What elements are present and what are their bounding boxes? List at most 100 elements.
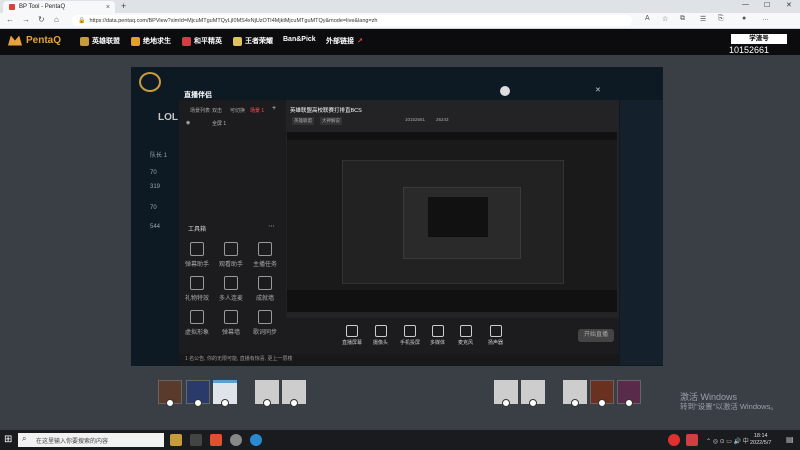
user-id: 10152661 <box>729 45 770 55</box>
read-aloud-icon[interactable]: A <box>645 15 650 22</box>
start-live-button[interactable]: 开始直播 <box>578 329 614 342</box>
search-placeholder: 在这里输入你要搜索的内容 <box>36 438 109 445</box>
tray-netease-icon[interactable] <box>668 434 680 446</box>
back-icon[interactable]: ← <box>6 15 14 24</box>
favorite-star-icon[interactable]: ☆ <box>662 15 668 23</box>
taskbar-clock[interactable]: 18:14 2022/5/7 <box>750 433 771 447</box>
tool-icon <box>258 310 272 324</box>
screen-source-button[interactable]: 直播屏幕 <box>342 325 362 346</box>
eye-icon[interactable]: ◉ <box>186 120 190 126</box>
control-label: 直播屏幕 <box>342 340 363 346</box>
site-header <box>0 29 800 55</box>
user-label[interactable]: 学渣号 <box>731 34 787 44</box>
window-close-button[interactable]: ✕ <box>786 1 792 9</box>
taskbar-lol-icon[interactable] <box>170 434 182 446</box>
notification-icon[interactable]: ▤ <box>786 435 794 444</box>
tool-danmu-helper[interactable]: 弹幕助手 <box>184 242 210 268</box>
url-field[interactable]: 🔒 https://data.pentaq.com/BPView?simId=M… <box>72 15 632 26</box>
tool-label: 弹幕墙 <box>221 330 240 336</box>
clock-time: 18:14 <box>753 433 768 439</box>
forward-icon[interactable]: → <box>22 15 30 24</box>
nav-honor-of-kings[interactable]: 王者荣耀 <box>233 36 273 46</box>
tool-icon <box>224 242 238 256</box>
windows-start-icon[interactable]: ⊞ <box>4 434 12 445</box>
tool-label: 成就墙 <box>255 296 274 302</box>
nav-peace-elite[interactable]: 和平精英 <box>182 36 222 46</box>
nav-label: 外部链接 <box>326 38 354 45</box>
taskbar-chat-icon[interactable] <box>230 434 242 446</box>
tab-title: BP Tool - PentaQ <box>19 4 66 10</box>
window-minimize-button[interactable]: — <box>742 1 749 8</box>
add-scene-icon[interactable]: + <box>272 105 276 112</box>
obs-tab-active[interactable]: 场景 1 <box>250 107 264 114</box>
nav-pubg[interactable]: 绝地求生 <box>131 36 171 46</box>
home-icon[interactable]: ⌂ <box>54 15 59 24</box>
media-source-button[interactable]: 多媒体 <box>430 325 445 346</box>
search-icon: ⌕ <box>22 434 27 443</box>
extensions-icon[interactable]: ⧉ <box>680 15 685 23</box>
tool-virtual-avatar[interactable]: 虚拟形象 <box>184 310 210 336</box>
tool-danmu-wall[interactable]: 弹幕墙 <box>218 310 244 336</box>
taskbar-search-box[interactable]: 在这里输入你要搜索的内容 <box>18 433 164 447</box>
tool-watch-helper[interactable]: 观看助手 <box>218 242 244 268</box>
scene-item[interactable]: 全屏 1 <box>212 120 226 127</box>
tool-gift-effects[interactable]: 礼物特效 <box>184 276 210 302</box>
speaker-icon <box>489 325 502 337</box>
room-tag[interactable]: 英雄联盟 <box>292 117 314 125</box>
taskbar-explorer-icon[interactable] <box>190 434 202 446</box>
left-stat: 队长 1 <box>150 153 168 159</box>
tool-lyric-sync[interactable]: 歌词同步 <box>252 310 278 336</box>
settings-more-icon[interactable]: … <box>762 15 769 22</box>
taskbar-app-icon[interactable] <box>210 434 222 446</box>
collections-icon[interactable]: ☰ <box>700 15 706 23</box>
left-stat: 70 <box>150 205 157 211</box>
control-label: 摄像头 <box>373 340 389 346</box>
room-tag[interactable]: 大神解说 <box>320 117 342 125</box>
user-avatar[interactable] <box>500 86 510 96</box>
nested-preview-4 <box>428 197 488 237</box>
streamer-tool-logo: 直播伴侣 <box>184 92 212 99</box>
clock-date: 2022/5/7 <box>750 440 772 446</box>
refresh-icon[interactable]: ↻ <box>38 15 45 24</box>
obs-tab[interactable]: 双击 <box>212 107 222 114</box>
tool-label: 弹幕助手 <box>184 262 209 268</box>
tool-label: 多人连麦 <box>218 296 243 302</box>
microphone-button[interactable]: 麦克风 <box>458 325 473 346</box>
window-close-icon[interactable]: ✕ <box>595 86 601 94</box>
profile-avatar[interactable]: ● <box>742 15 746 22</box>
phone-cast-button[interactable]: 手机投屏 <box>400 325 420 346</box>
tool-icon <box>258 242 272 256</box>
tray-icons[interactable]: ⌃ ◎ ⊙ ▭ 🔊 中 <box>706 436 749 445</box>
tool-achievement-wall[interactable]: 成就墙 <box>252 276 278 302</box>
camera-icon <box>374 325 387 337</box>
ban-icon <box>290 399 298 407</box>
obs-tab[interactable]: 场景列表 <box>190 107 210 114</box>
tool-icon <box>190 310 204 324</box>
screenshot-icon[interactable]: ⎘ <box>718 15 724 23</box>
nav-label: 王者荣耀 <box>245 38 273 45</box>
left-stat: 544 <box>150 224 161 230</box>
camera-source-button[interactable]: 摄像头 <box>373 325 388 346</box>
obs-tab[interactable]: 可切换 <box>230 107 245 114</box>
nav-external-links[interactable]: 外部链接 ↗ <box>326 36 363 46</box>
new-tab-button[interactable]: + <box>121 1 126 11</box>
lol-client-logo-icon <box>139 72 161 92</box>
tray-app-icon[interactable] <box>686 434 698 446</box>
streamer-status-bar: 1 名公告, 你的无限可能, 直播有惊喜, 更上一层楼 <box>179 354 619 365</box>
tool-streamer-task[interactable]: 主播任务 <box>252 242 278 268</box>
tab-close-icon[interactable]: × <box>106 4 110 11</box>
speaker-button[interactable]: 扬声器 <box>488 325 503 346</box>
honor-of-kings-icon <box>233 36 242 46</box>
taskbar-edge-icon[interactable] <box>250 434 262 446</box>
browser-tab[interactable]: BP Tool - PentaQ × <box>3 1 115 13</box>
nav-ban-pick[interactable]: Ban&Pick <box>283 36 316 43</box>
watermark-line: 转到"设置"以激活 Windows。 <box>680 402 778 411</box>
window-maximize-button[interactable]: ☐ <box>764 1 770 9</box>
tool-icon <box>190 242 204 256</box>
pentaq-logo[interactable]: PentaQ <box>8 35 61 46</box>
toolbox-more-icon[interactable]: ⋯ <box>268 222 275 230</box>
nav-lol[interactable]: 英雄联盟 <box>80 36 120 46</box>
tool-multi-link[interactable]: 多人连麦 <box>218 276 244 302</box>
monitor-icon <box>346 325 358 337</box>
game-title: LOL <box>158 112 178 123</box>
